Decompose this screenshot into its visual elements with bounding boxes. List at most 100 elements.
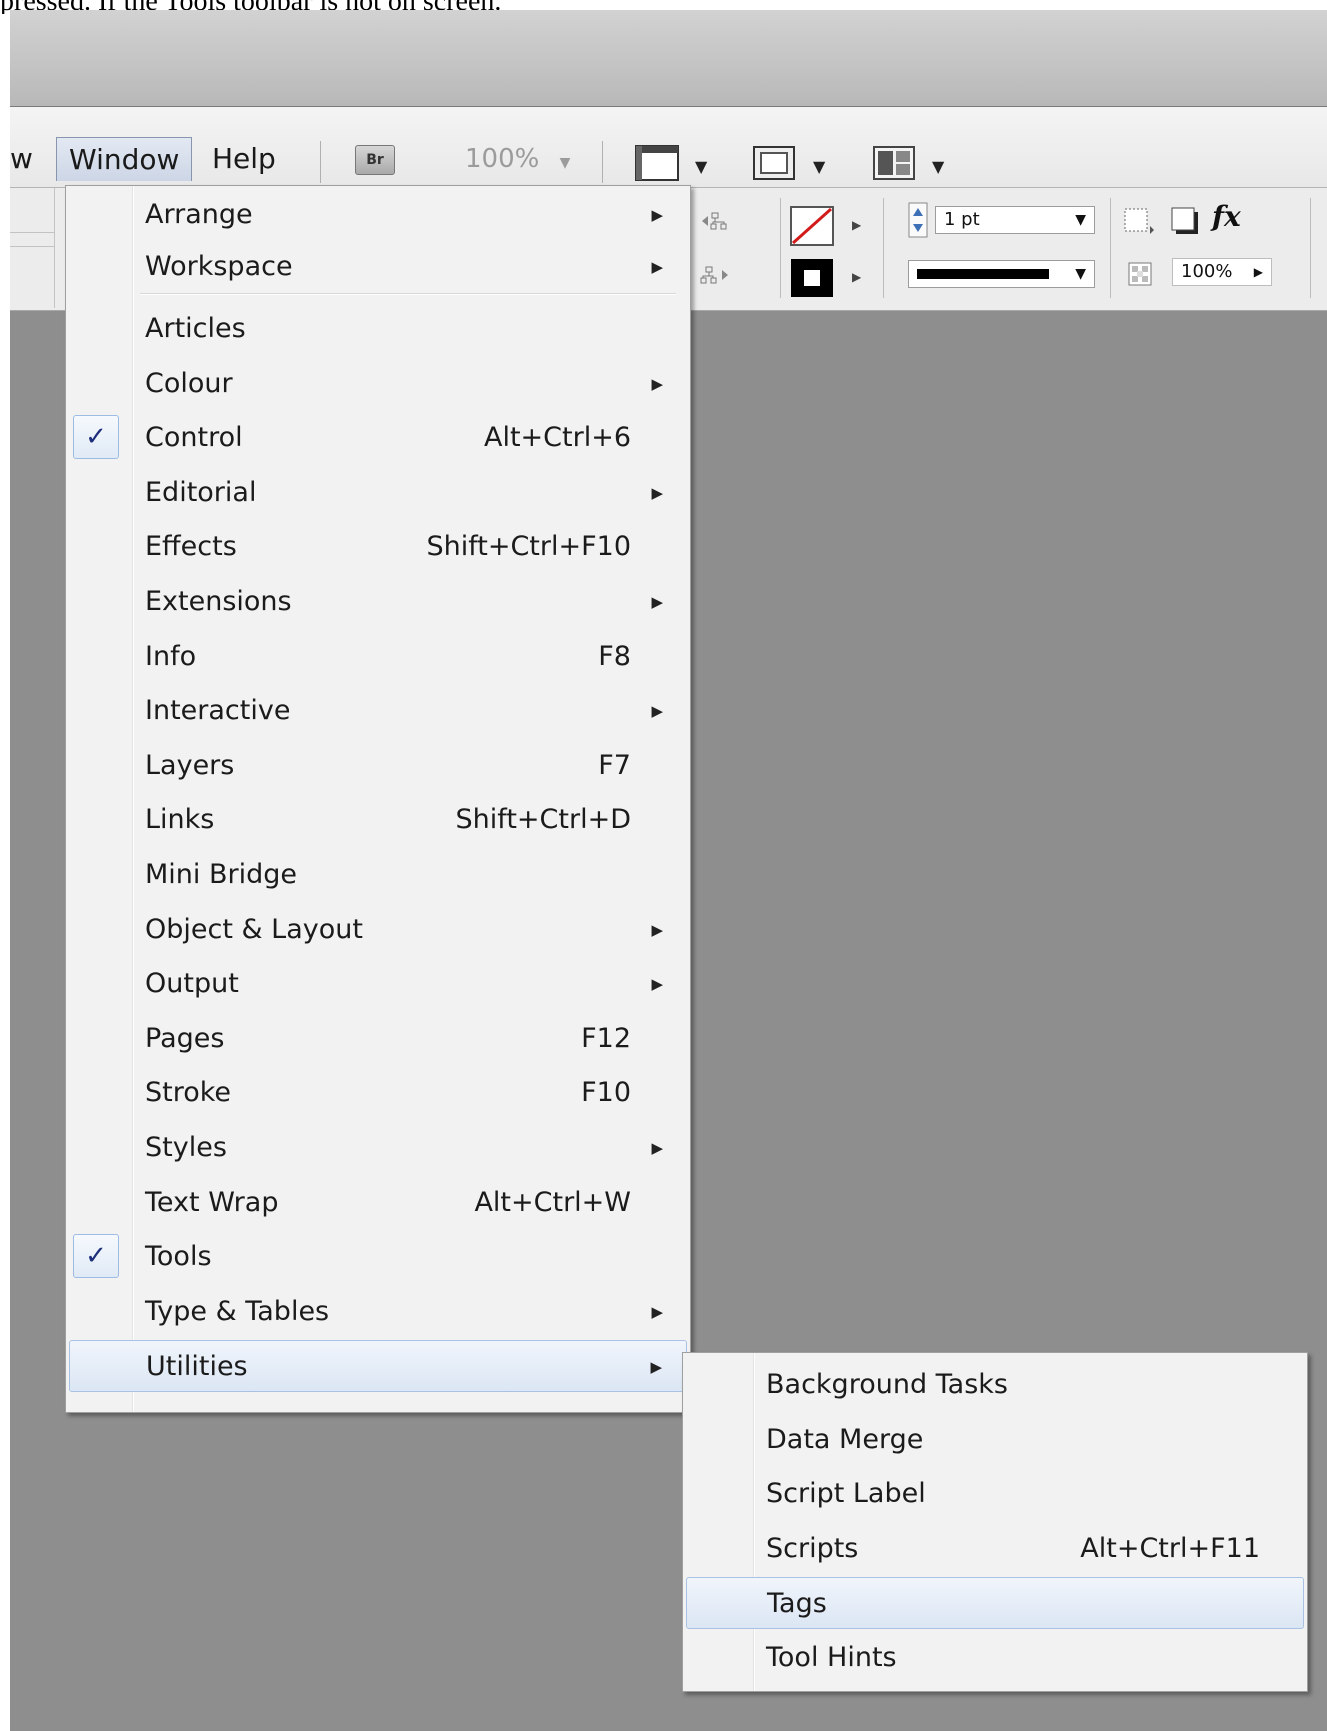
submenu-item-label: Data Merge [766, 1423, 924, 1455]
menu-item-tools[interactable]: ✓ Tools [69, 1231, 687, 1283]
submenu-item-shortcut: Alt+Ctrl+F11 [1080, 1532, 1260, 1564]
submenu-arrow-icon: ▶ [651, 206, 663, 224]
submenu-item-scripts[interactable]: Scripts Alt+Ctrl+F11 [686, 1523, 1304, 1575]
menu-item-object-and-layout[interactable]: Object & Layout ▶ [69, 904, 687, 956]
menu-item-effects[interactable]: Effects Shift+Ctrl+F10 [69, 521, 687, 573]
zoom-dropdown-icon: ▼ [559, 155, 571, 171]
menu-item-shortcut: F8 [598, 640, 631, 672]
menu-item-label: Workspace [145, 251, 293, 282]
menu-item-label: Interactive [145, 695, 291, 727]
fill-swatch-arrow-icon[interactable]: ▶ [852, 218, 861, 232]
arrange-documents-dropdown-icon[interactable]: ▼ [932, 157, 944, 176]
menu-item-shortcut: F10 [581, 1077, 631, 1109]
menu-window[interactable]: Window [56, 137, 192, 181]
drop-shadow-icon[interactable] [1170, 206, 1200, 240]
menu-item-articles[interactable]: Articles [69, 303, 687, 355]
submenu-item-label: Script Label [766, 1478, 926, 1510]
stroke-weight-dropdown-icon: ▼ [1075, 212, 1086, 228]
menu-item-control[interactable]: ✓ Control Alt+Ctrl+6 [69, 412, 687, 464]
stroke-type-preview [917, 269, 1049, 279]
menu-item-label: Editorial [145, 476, 257, 508]
menu-item-label: Extensions [145, 586, 292, 617]
submenu-arrow-icon: ▶ [650, 1358, 662, 1377]
opacity-field[interactable]: 100% ▶ [1172, 258, 1272, 286]
submenu-item-tags[interactable]: Tags [686, 1577, 1304, 1630]
menu-item-links[interactable]: Links Shift+Ctrl+D [69, 794, 687, 846]
menu-item-shortcut: Shift+Ctrl+D [455, 804, 631, 836]
menu-help[interactable]: Help [200, 137, 288, 181]
menu-item-pages[interactable]: Pages F12 [69, 1013, 687, 1065]
submenu-arrow-icon: ▶ [651, 920, 663, 939]
menu-item-shortcut: F12 [581, 1022, 631, 1054]
screen-mode-dropdown-icon[interactable]: ▼ [813, 157, 825, 176]
menu-item-label: Articles [145, 313, 246, 344]
menu-item-type-and-tables[interactable]: Type & Tables ▶ [69, 1286, 687, 1338]
submenu-arrow-icon: ▶ [651, 374, 663, 393]
submenu-item-label: Tags [767, 1588, 827, 1620]
menu-item-text-wrap[interactable]: Text Wrap Alt+Ctrl+W [69, 1177, 687, 1229]
zoom-level[interactable]: 100% ▼ [465, 137, 570, 181]
menu-item-label: Info [145, 640, 197, 672]
submenu-arrow-icon: ▶ [651, 258, 663, 276]
submenu-item-label: Tool Hints [766, 1642, 897, 1673]
stroke-type-field[interactable]: ▼ [908, 260, 1095, 288]
submenu-item-script-label[interactable]: Script Label [686, 1468, 1304, 1520]
effects-fx-icon[interactable]: fx [1212, 200, 1241, 233]
menu-item-label: Effects [145, 531, 237, 563]
menu-item-label: Stroke [145, 1077, 232, 1109]
stroke-swatch-arrow-icon[interactable]: ▶ [852, 270, 861, 284]
menu-item-info[interactable]: Info F8 [69, 631, 687, 683]
menu-item-output[interactable]: Output ▶ [69, 958, 687, 1010]
drop-shadow-options-icon[interactable] [1122, 206, 1156, 240]
menu-item-colour[interactable]: Colour ▶ [69, 358, 687, 410]
bridge-button[interactable]: Br [355, 145, 395, 175]
submenu-item-background-tasks[interactable]: Background Tasks [686, 1359, 1304, 1411]
submenu-item-tool-hints[interactable]: Tool Hints [686, 1632, 1304, 1684]
menu-view-partial[interactable]: w [10, 137, 45, 181]
menu-bar: w Window Help Br 100% ▼ ▼ ▼ ▼ [10, 107, 1327, 188]
menu-separator [602, 141, 603, 183]
menu-item-stroke[interactable]: Stroke F10 [69, 1067, 687, 1119]
submenu-item-label: Background Tasks [766, 1369, 1008, 1400]
view-options-icon[interactable] [635, 145, 679, 185]
menu-item-shortcut: Alt+Ctrl+6 [483, 422, 631, 454]
menu-item-arrange[interactable]: Arrange ▶ [69, 189, 687, 241]
stroke-weight-field[interactable]: 1 pt ▼ [935, 206, 1095, 234]
menu-item-interactive[interactable]: Interactive ▶ [69, 685, 687, 737]
menu-item-extensions[interactable]: Extensions ▶ [69, 576, 687, 628]
menu-item-styles[interactable]: Styles ▶ [69, 1122, 687, 1174]
menu-item-workspace[interactable]: Workspace ▶ [69, 241, 687, 293]
checkmark-icon: ✓ [73, 1234, 119, 1279]
menu-item-label: Text Wrap [145, 1186, 279, 1218]
submenu-item-label: Scripts [766, 1532, 859, 1564]
opacity-arrow-icon: ▶ [1253, 265, 1263, 279]
menu-item-label: Control [145, 422, 243, 454]
stroke-weight-value: 1 pt [944, 209, 980, 230]
submenu-arrow-icon: ▶ [651, 1139, 663, 1157]
menu-item-label: Links [145, 804, 215, 836]
menu-item-layers[interactable]: Layers F7 [69, 740, 687, 792]
checkmark-icon: ✓ [73, 415, 119, 460]
control-panel-left-edge [10, 188, 55, 308]
menu-item-label: Arrange [145, 199, 253, 230]
submenu-arrow-icon: ▶ [651, 593, 663, 611]
menu-item-editorial[interactable]: Editorial ▶ [69, 467, 687, 519]
view-options-dropdown-icon[interactable]: ▼ [695, 157, 707, 176]
submenu-arrow-icon: ▶ [651, 1302, 663, 1321]
menu-item-label: Colour [145, 367, 233, 399]
stroke-weight-stepper-icon[interactable] [908, 202, 928, 242]
fill-none-swatch-icon[interactable] [790, 206, 834, 250]
stroke-swatch-icon[interactable] [790, 258, 834, 302]
menu-item-shortcut: Shift+Ctrl+F10 [426, 531, 631, 563]
menu-separator [140, 293, 676, 295]
arrange-documents-icon[interactable] [872, 145, 916, 185]
menu-item-label: Tools [145, 1241, 212, 1273]
opacity-value: 100% [1181, 261, 1233, 282]
screen-mode-icon[interactable] [752, 145, 796, 185]
submenu-item-data-merge[interactable]: Data Merge [686, 1414, 1304, 1466]
menu-item-utilities[interactable]: Utilities ▶ [69, 1340, 687, 1393]
menu-item-mini-bridge[interactable]: Mini Bridge [69, 849, 687, 901]
submenu-arrow-icon: ▶ [651, 975, 663, 994]
select-content-icon[interactable] [700, 264, 730, 290]
select-container-icon[interactable] [700, 210, 730, 236]
